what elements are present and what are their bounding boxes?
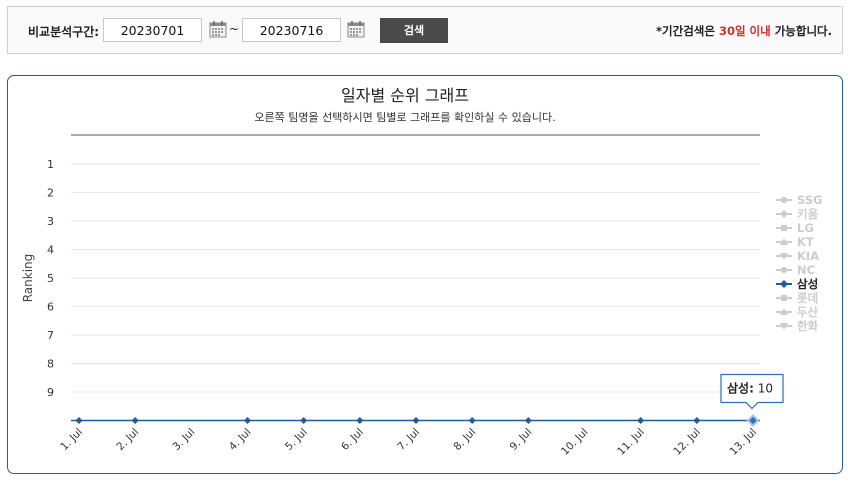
y-tick-label: 4 (47, 244, 54, 257)
legend-label: 한화 (797, 319, 819, 333)
y-tick-label: 8 (47, 358, 54, 371)
legend-item[interactable]: SSG (776, 193, 823, 207)
data-point[interactable] (356, 417, 364, 424)
tooltip-value: 10 (754, 382, 773, 396)
legend-item[interactable]: 두산 (776, 305, 819, 319)
data-point[interactable] (75, 417, 83, 424)
data-point[interactable] (244, 417, 251, 424)
legend-label: KT (797, 235, 814, 249)
legend-marker (780, 196, 788, 204)
y-tick-label: 9 (47, 386, 54, 399)
legend-label: 삼성 (797, 277, 818, 291)
end-date-input[interactable] (242, 18, 341, 42)
y-tick-label: 7 (47, 329, 54, 342)
x-tick-label: 10. Jul (559, 426, 591, 458)
note-prefix: *기간검색은 (656, 24, 719, 38)
legend-item[interactable]: 삼성 (776, 277, 818, 291)
y-tick-label: 5 (47, 272, 54, 285)
legend-label: NC (797, 263, 815, 277)
legend-marker (780, 280, 788, 288)
period-label: 비교분석구간: (28, 25, 100, 39)
x-tick-label: 3. Jul (171, 426, 198, 453)
x-tick-label: 9. Jul (508, 426, 535, 453)
data-point[interactable] (300, 417, 308, 424)
x-tick-label: 7. Jul (395, 426, 422, 453)
calendar-icon[interactable] (347, 20, 365, 38)
x-tick-label: 1. Jul (58, 426, 85, 453)
y-tick-label: 2 (47, 187, 54, 200)
note-suffix: 가능합니다. (770, 24, 832, 38)
x-tick-label: 8. Jul (451, 426, 478, 453)
legend-label: 롯데 (797, 291, 818, 305)
chart-subtitle: 오른쪽 팀명을 선택하시면 팀별로 그래프를 확인하실 수 있습니다. (254, 110, 555, 124)
data-point[interactable] (412, 417, 420, 424)
y-tick-label: 1 (47, 158, 54, 171)
y-tick-label: 3 (47, 215, 54, 228)
legend-item[interactable]: LG (776, 221, 814, 235)
legend-marker (780, 210, 788, 218)
legend-item[interactable]: 한화 (776, 319, 819, 333)
x-tick-label: 2. Jul (114, 426, 141, 453)
x-tick-label: 12. Jul (671, 426, 703, 458)
data-point[interactable] (524, 417, 532, 424)
x-tick-label: 5. Jul (283, 426, 310, 453)
legend-item[interactable]: NC (776, 263, 815, 277)
data-point[interactable] (468, 417, 476, 424)
ranking-chart: 일자별 순위 그래프 오른쪽 팀명을 선택하시면 팀별로 그래프를 확인하실 수… (21, 86, 823, 458)
tooltip-series: 삼성: (727, 381, 754, 396)
x-tick-label: 6. Jul (339, 426, 366, 453)
y-axis-label: Ranking (21, 254, 35, 303)
legend-label: LG (797, 221, 814, 235)
data-point[interactable] (637, 417, 645, 424)
x-tick-label: 4. Jul (227, 426, 254, 453)
tooltip-text: 삼성: 10 (727, 381, 773, 396)
y-tick-label: 6 (47, 301, 54, 314)
data-point[interactable] (746, 414, 760, 427)
legend-label: SSG (797, 193, 823, 207)
data-point[interactable] (131, 417, 139, 424)
legend-item[interactable]: KIA (776, 249, 819, 263)
legend-label: KIA (797, 249, 819, 263)
legend-label: 두산 (797, 305, 819, 319)
legend-item[interactable]: 롯데 (776, 291, 818, 305)
filter-bar: 비교분석구간: ~ 검색 *기간검색은 30일 이내 가능합니다. (7, 6, 843, 54)
data-point[interactable] (693, 417, 701, 424)
date-range-separator: ~ (229, 22, 240, 36)
legend-item[interactable]: KT (776, 235, 814, 249)
ranking-chart-panel: 일자별 순위 그래프 오른쪽 팀명을 선택하시면 팀별로 그래프를 확인하실 수… (7, 75, 843, 474)
note-highlight: 30일 이내 (718, 24, 771, 38)
start-date-input[interactable] (103, 18, 202, 42)
search-button[interactable]: 검색 (380, 18, 448, 43)
x-tick-label: 11. Jul (615, 426, 647, 458)
legend-marker (781, 295, 787, 301)
chart-title: 일자별 순위 그래프 (341, 86, 469, 105)
x-tick-label: 13. Jul (728, 426, 760, 458)
legend-label: 키움 (797, 207, 819, 221)
calendar-icon[interactable] (209, 20, 227, 38)
legend-marker (781, 225, 787, 231)
legend-marker (780, 266, 788, 274)
period-limit-note: *기간검색은 30일 이내 가능합니다. (656, 23, 832, 39)
legend-item[interactable]: 키움 (776, 207, 819, 221)
